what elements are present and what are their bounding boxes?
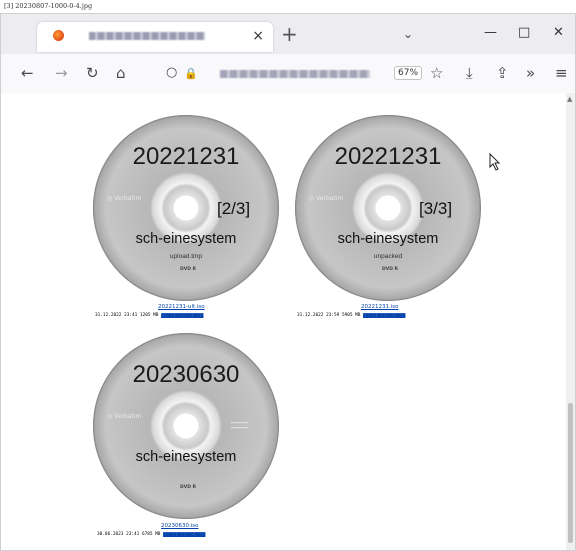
disc-image[interactable]: ◎ Verbatim ▁▁▁▁▁ ▁▁▁▁▁ 20230630 sch-eines… — [93, 333, 279, 519]
meta-checksum[interactable]: ▆▆▆▆▆▆▆▆▆▆▆▆▆▆▆▆ — [161, 313, 203, 318]
image-caption: [3] 20230807-1000-0-4.jpg — [4, 2, 93, 10]
disc-file-link[interactable]: 20221231-ult.iso — [158, 304, 205, 310]
disc-date: 20221231 — [334, 143, 442, 170]
disc-file-meta: 31.12.2022 23:59 5905 MB ▆▆▆▆▆▆▆▆▆▆▆▆▆▆▆… — [297, 313, 405, 318]
forward-button[interactable]: → — [55, 65, 68, 81]
meta-text: 31.12.2022 23:41 1205 MB — [95, 313, 159, 318]
vertical-scrollbar[interactable]: ▲ — [566, 93, 575, 550]
address-bar[interactable]: ○ 🔒 67% ☆ — [156, 60, 458, 87]
new-tab-button[interactable]: + — [281, 24, 298, 44]
minimize-button[interactable]: — — [484, 26, 497, 40]
disc-brand-text: ◎ Verbatim — [107, 413, 142, 420]
disc-image[interactable]: ◎ Verbatim 20221231 [2/3] sch-einesystem… — [93, 115, 279, 301]
scroll-up-icon[interactable]: ▲ — [567, 95, 572, 103]
mouse-cursor-icon — [489, 153, 501, 171]
app-menu-button[interactable]: ≡ — [555, 65, 568, 81]
back-button[interactable]: ← — [21, 65, 34, 81]
tab-list-button[interactable]: ⌄ — [403, 27, 413, 41]
tab-title-blurred — [89, 32, 205, 40]
reload-button[interactable]: ↻ — [86, 65, 99, 81]
disc-file-meta: 31.12.2022 23:41 1205 MB ▆▆▆▆▆▆▆▆▆▆▆▆▆▆▆… — [95, 313, 203, 318]
disc-date: 20230630 — [132, 361, 240, 388]
downloads-button[interactable]: ⤓ — [466, 65, 473, 81]
meta-text: 31.12.2022 23:59 5905 MB — [297, 313, 361, 318]
disc-name: sch-einesystem — [337, 231, 439, 247]
meta-checksum[interactable]: ▆▆▆▆▆▆▆▆▆▆▆▆▆▆▆▆ — [363, 313, 405, 318]
dvd-logo: DVD R — [382, 267, 398, 272]
disc-part: [2/3] — [217, 199, 251, 218]
disc-brand-text: ◎ Verbatim — [309, 195, 344, 202]
meta-checksum[interactable]: ▆▆▆▆▆▆▆▆▆▆▆▆▆▆▆▆ — [163, 532, 205, 537]
scrollbar-thumb[interactable] — [568, 403, 573, 543]
close-window-button[interactable]: ✕ — [553, 26, 564, 40]
firefox-icon — [53, 30, 64, 41]
disc-brand-text: ◎ Verbatim — [107, 195, 142, 202]
bookmark-star-icon[interactable]: ☆ — [430, 65, 443, 81]
disc-side-text: ▁▁▁▁▁ ▁▁▁▁▁ — [231, 419, 249, 429]
disc-file-meta: 30.06.2023 23:41 6785 MB ▆▆▆▆▆▆▆▆▆▆▆▆▆▆▆… — [97, 532, 205, 537]
disc-date: 20221231 — [132, 143, 240, 170]
page-content: ◎ Verbatim 20221231 [2/3] sch-einesystem… — [1, 93, 575, 550]
maximize-button[interactable]: □ — [518, 26, 530, 40]
home-button[interactable]: ⌂ — [116, 65, 126, 81]
url-text-blurred — [220, 70, 370, 78]
browser-window: × + ⌄ — □ ✕ ← → ↻ ⌂ ○ 🔒 67% ☆ ⤓ ⇪ » ≡ ◎ … — [0, 13, 576, 551]
reader-icon: ○ — [166, 65, 178, 80]
meta-text: 30.06.2023 23:41 6785 MB — [97, 532, 161, 537]
disc-part: [3/3] — [419, 199, 453, 218]
disc-subtitle: upload.tmp — [169, 253, 203, 260]
disc-name: sch-einesystem — [135, 449, 237, 465]
disc-name: sch-einesystem — [135, 231, 237, 247]
tab-bar: × + ⌄ — □ ✕ — [1, 14, 575, 54]
extensions-button[interactable]: ⇪ — [496, 65, 509, 81]
tracking-protection-icon[interactable]: 🔒 — [184, 66, 198, 82]
overflow-menu-button[interactable]: » — [526, 65, 535, 81]
disc-file-link[interactable]: 20221231.iso — [361, 304, 399, 310]
dvd-logo: DVD R — [180, 267, 196, 272]
tab-close-button[interactable]: × — [252, 28, 264, 44]
zoom-indicator[interactable]: 67% — [394, 66, 423, 80]
disc-file-link[interactable]: 20230630.iso — [161, 523, 199, 529]
dvd-logo: DVD R — [180, 485, 196, 490]
active-tab[interactable]: × — [37, 22, 273, 52]
disc-image[interactable]: ◎ Verbatim 20221231 [3/3] sch-einesystem… — [295, 115, 481, 301]
navigation-toolbar: ← → ↻ ⌂ ○ 🔒 67% ☆ ⤓ ⇪ » ≡ — [1, 54, 575, 94]
disc-subtitle: unpacked — [373, 253, 403, 260]
